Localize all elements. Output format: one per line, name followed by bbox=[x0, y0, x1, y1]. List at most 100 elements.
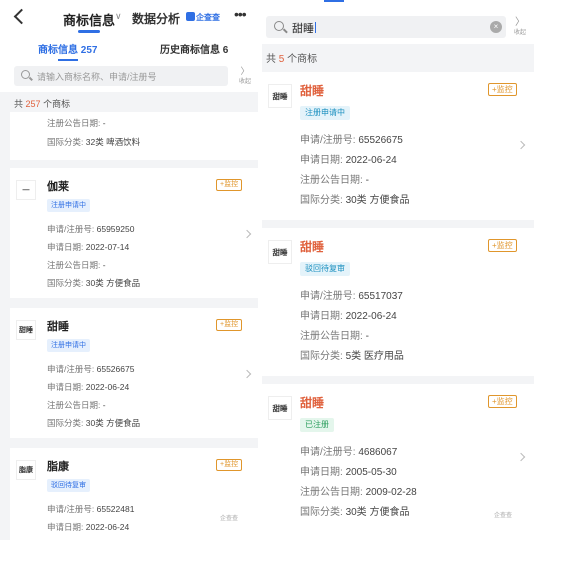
field-value: 2022-07-14 bbox=[85, 242, 130, 252]
announce-date-field: 注册公告日期: - bbox=[300, 327, 369, 342]
search-query[interactable]: 甜睡 bbox=[292, 20, 316, 36]
monitor-button[interactable]: +监控 bbox=[216, 319, 243, 331]
field-value: 30类 方便食品 bbox=[85, 278, 141, 288]
trademark-card[interactable]: — 伽莱 +监控 注册申请中 申请/注册号: 65959250 申请日期: 20… bbox=[10, 168, 258, 298]
apply-date-field: 申请日期: 2022-07-14 bbox=[47, 241, 129, 253]
field-value: - bbox=[102, 260, 106, 270]
trademark-card[interactable]: 甜睡 甜睡 +监控 注册申请中 申请/注册号: 65526675 申请日期: 2… bbox=[262, 72, 534, 220]
count-suffix: 个商标 bbox=[287, 54, 318, 65]
field-value: 5类 医疗用品 bbox=[345, 351, 404, 362]
trademark-card-partial[interactable]: 注册公告日期: - 国际分类: 32类 啤酒饮料 bbox=[10, 112, 258, 160]
trademark-card[interactable]: 甜睡 甜睡 +监控 已注册 申请/注册号: 4686067 申请日期: 2005… bbox=[262, 384, 534, 540]
chevron-right-icon[interactable] bbox=[242, 369, 252, 379]
announce-date-field: 注册公告日期: - bbox=[47, 259, 106, 271]
chevron-down-icon[interactable]: ∨ bbox=[115, 11, 122, 22]
status-badge: 驳回待复审 bbox=[300, 262, 350, 276]
field-label: 国际分类: bbox=[300, 507, 343, 518]
field-value: - bbox=[102, 118, 106, 128]
collapse-label: 收起 bbox=[513, 30, 526, 36]
field-label: 注册公告日期: bbox=[47, 118, 101, 128]
field-value: 32类 啤酒饮料 bbox=[85, 137, 141, 147]
field-value: 2022-06-24 bbox=[345, 311, 397, 322]
brand-logo: 企查查 bbox=[186, 12, 220, 23]
field-label: 申请/注册号: bbox=[47, 224, 95, 234]
count-prefix: 共 bbox=[14, 99, 24, 109]
count-value: 257 bbox=[25, 99, 41, 109]
trademark-logo: — bbox=[16, 180, 36, 200]
active-tab-indicator bbox=[324, 0, 344, 2]
field-value: - bbox=[365, 175, 369, 186]
collapse-button[interactable]: 〉 收起 bbox=[510, 18, 530, 38]
apply-date-field: 申请日期: 2022-06-24 bbox=[47, 381, 129, 393]
brand-icon bbox=[186, 12, 195, 21]
field-value: 65522481 bbox=[96, 504, 135, 514]
announce-date-field: 注册公告日期: - bbox=[47, 117, 106, 129]
intl-class-field: 国际分类: 5类 医疗用品 bbox=[300, 347, 404, 362]
field-value: 65526675 bbox=[96, 364, 135, 374]
chevron-right-icon[interactable] bbox=[516, 452, 526, 462]
announce-date-field: 注册公告日期: - bbox=[47, 399, 106, 411]
more-icon[interactable]: ••• bbox=[234, 6, 247, 22]
search-input[interactable]: 甜睡 × bbox=[266, 16, 506, 38]
trademark-logo: 甜睡 bbox=[268, 240, 292, 264]
watermark: 企查查 bbox=[494, 513, 513, 519]
trademark-logo: 甜睡 bbox=[16, 320, 36, 340]
search-bar: 请输入商标名称、申请/注册号 〉 收起 bbox=[0, 62, 258, 92]
apply-date-field: 申请日期: 2022-06-24 bbox=[47, 521, 129, 533]
trademark-card[interactable]: 甜睡 甜睡 +监控 驳回待复审 申请/注册号: 65517037 申请日期: 2… bbox=[262, 228, 534, 376]
trademark-card[interactable]: 脂康 脂康 +监控 驳回待复审 申请/注册号: 65522481 申请日期: 2… bbox=[10, 448, 258, 540]
active-tab-indicator bbox=[78, 30, 100, 33]
monitor-button[interactable]: +监控 bbox=[488, 83, 517, 96]
count-prefix: 共 bbox=[266, 54, 276, 65]
field-label: 申请/注册号: bbox=[300, 447, 356, 458]
field-value: - bbox=[365, 331, 369, 342]
field-label: 国际分类: bbox=[47, 278, 84, 288]
clear-icon[interactable]: × bbox=[490, 21, 502, 33]
field-value: 2022-06-24 bbox=[345, 155, 397, 166]
chevron-right-icon[interactable] bbox=[516, 140, 526, 150]
field-value: 2005-05-30 bbox=[345, 467, 397, 478]
field-value: 4686067 bbox=[358, 447, 398, 458]
top-nav-bar: 商标信息 ∨ 数据分析 企查查 ••• bbox=[0, 0, 258, 36]
reg-no-field: 申请/注册号: 65517037 bbox=[300, 287, 403, 302]
text-cursor bbox=[315, 22, 316, 33]
field-label: 申请日期: bbox=[300, 467, 343, 478]
intl-class-field: 国际分类: 30类 方便食品 bbox=[47, 277, 140, 289]
field-label: 注册公告日期: bbox=[300, 487, 363, 498]
reg-no-field: 申请/注册号: 65959250 bbox=[47, 223, 134, 235]
search-icon bbox=[274, 21, 284, 31]
search-icon bbox=[21, 70, 30, 79]
field-value: 65959250 bbox=[96, 224, 135, 234]
monitor-button[interactable]: +监控 bbox=[216, 179, 243, 191]
trademark-name: 甜睡 bbox=[300, 84, 325, 98]
field-value: 2022-06-24 bbox=[85, 522, 130, 532]
monitor-button[interactable]: +监控 bbox=[216, 459, 243, 471]
field-label: 注册公告日期: bbox=[47, 400, 101, 410]
intl-class-field: 国际分类: 32类 啤酒饮料 bbox=[47, 136, 140, 148]
tab-trademark-info[interactable]: 商标信息 bbox=[63, 10, 115, 29]
field-label: 申请日期: bbox=[47, 242, 84, 252]
announce-date-field: 注册公告日期: 2009-02-28 bbox=[300, 483, 417, 498]
collapse-button[interactable]: 〉 收起 bbox=[236, 67, 254, 87]
subtab-history-trademark[interactable]: 历史商标信息 6 bbox=[160, 41, 228, 56]
monitor-button[interactable]: +监控 bbox=[488, 395, 517, 408]
trademark-name: 甜睡 bbox=[300, 396, 325, 410]
chevron-right-icon[interactable] bbox=[242, 229, 252, 239]
subtab-trademark-info[interactable]: 商标信息 257 bbox=[38, 41, 97, 56]
trademark-card[interactable]: 甜睡 甜睡 +监控 注册申请中 申请/注册号: 65526675 申请日期: 2… bbox=[10, 308, 258, 438]
monitor-button[interactable]: +监控 bbox=[488, 239, 517, 252]
field-label: 申请日期: bbox=[47, 522, 84, 532]
chevron-right-icon: 〉 bbox=[515, 17, 525, 28]
search-input[interactable]: 请输入商标名称、申请/注册号 bbox=[14, 66, 228, 86]
back-arrow-icon[interactable] bbox=[12, 9, 28, 25]
field-value: 2009-02-28 bbox=[365, 487, 417, 498]
trademark-name: 脂康 bbox=[47, 461, 69, 473]
trademark-name: 甜睡 bbox=[300, 240, 325, 254]
status-badge: 注册申请中 bbox=[47, 199, 90, 212]
search-bar: 甜睡 × 〉 收起 bbox=[262, 0, 534, 44]
tab-data-analysis[interactable]: 数据分析 bbox=[132, 10, 180, 27]
chevron-right-icon: 〉 bbox=[240, 66, 250, 76]
field-value: 2022-06-24 bbox=[85, 382, 130, 392]
watermark: 企查查 bbox=[220, 516, 239, 522]
field-value: 30类 方便食品 bbox=[345, 507, 410, 518]
